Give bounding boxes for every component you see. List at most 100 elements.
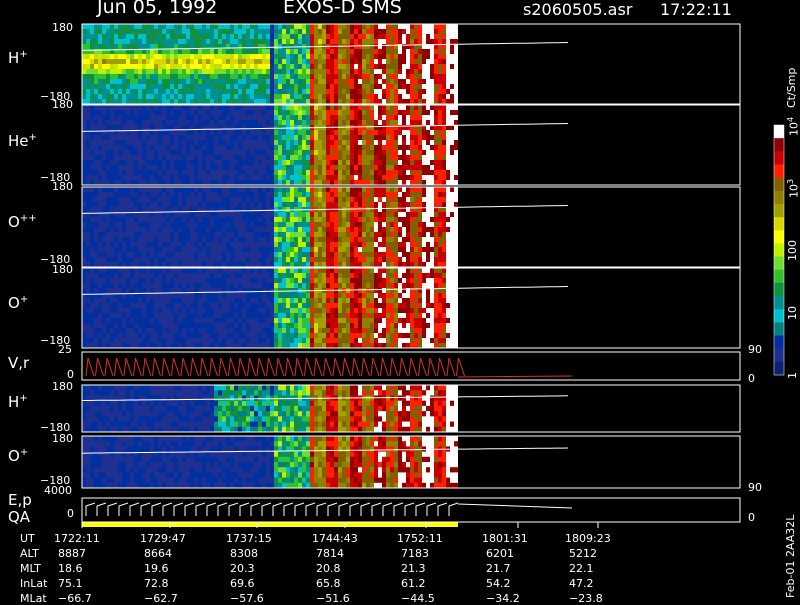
spectrogram-cell bbox=[186, 145, 190, 151]
spectrogram-cell bbox=[278, 130, 282, 136]
spectrogram-cell bbox=[82, 165, 86, 171]
spectrogram-cell bbox=[426, 24, 430, 30]
spectrogram-cell bbox=[322, 175, 326, 181]
spectrogram-cell bbox=[250, 202, 254, 208]
spectrogram-cell bbox=[338, 202, 342, 208]
spectrogram-cell bbox=[322, 64, 326, 70]
spectrogram-cell bbox=[422, 212, 426, 218]
spectrogram-cell bbox=[446, 79, 450, 85]
spectrogram-cell bbox=[242, 84, 246, 90]
spectrogram-cell bbox=[294, 160, 298, 166]
spectrogram-cell bbox=[438, 160, 442, 166]
spectrogram-cell bbox=[102, 135, 106, 141]
spectrogram-cell bbox=[410, 79, 414, 85]
spectrogram-cell bbox=[234, 202, 238, 208]
spectrogram-cell bbox=[354, 252, 358, 258]
spectrogram-cell bbox=[222, 140, 226, 146]
spectrogram-cell bbox=[366, 227, 370, 233]
spectrogram-cell bbox=[102, 115, 106, 121]
spectrogram-cell bbox=[310, 39, 314, 45]
spectrogram-cell bbox=[238, 135, 242, 141]
spectrogram-cell bbox=[226, 120, 230, 126]
spectrogram-cell bbox=[326, 257, 330, 263]
spectrogram-cell bbox=[186, 237, 190, 243]
spectrogram-cell bbox=[442, 74, 446, 80]
spectrogram-cell bbox=[370, 125, 374, 131]
spectrogram-cell bbox=[446, 64, 450, 70]
spectrogram-cell bbox=[366, 54, 370, 60]
spectrogram-cell bbox=[166, 242, 170, 248]
spectrogram-cell bbox=[298, 79, 302, 85]
spectrogram-cell bbox=[254, 145, 258, 151]
spectrogram-cell bbox=[282, 89, 286, 95]
spectrogram-cell bbox=[174, 120, 178, 126]
spectrogram-cell bbox=[158, 135, 162, 141]
spectrogram-cell bbox=[282, 64, 286, 70]
spectrogram-cell bbox=[254, 110, 258, 116]
spectrogram-cell bbox=[126, 308, 130, 314]
spectrogram-cell bbox=[158, 110, 162, 116]
spectrogram-cell bbox=[266, 135, 270, 141]
spectrogram-cell bbox=[358, 125, 362, 131]
spectrogram-cell bbox=[122, 328, 126, 334]
spectrogram-cell bbox=[334, 150, 338, 156]
spectrogram-cell bbox=[118, 115, 122, 121]
spectrogram-cell bbox=[86, 237, 90, 243]
spectrogram-cell bbox=[346, 69, 350, 75]
spectrogram-cell bbox=[278, 202, 282, 208]
spectrogram-cell bbox=[82, 207, 86, 213]
spectrogram-cell bbox=[154, 160, 158, 166]
spectrogram-cell bbox=[318, 227, 322, 233]
spectrogram-cell bbox=[194, 29, 198, 35]
spectrogram-cell bbox=[98, 160, 102, 166]
spectrogram-cell bbox=[214, 74, 218, 80]
spectrogram-cell bbox=[174, 115, 178, 121]
spectrogram-cell bbox=[254, 155, 258, 161]
spectrogram-cell bbox=[154, 165, 158, 171]
spectrogram-cell bbox=[218, 120, 222, 126]
spectrogram-cell bbox=[202, 155, 206, 161]
spectrogram-cell bbox=[294, 202, 298, 208]
spectrogram-cell bbox=[322, 165, 326, 171]
spectrogram-cell bbox=[114, 192, 118, 198]
spectrogram-cell bbox=[294, 84, 298, 90]
spectrogram-cell bbox=[394, 94, 398, 100]
spectrogram-cell bbox=[90, 59, 94, 65]
spectrogram-cell bbox=[446, 84, 450, 90]
spectrogram-cell bbox=[402, 212, 406, 218]
spectrogram-cell bbox=[90, 202, 94, 208]
spectrogram-cell bbox=[202, 257, 206, 263]
spectrogram-cell bbox=[438, 222, 442, 228]
spectrogram-cell bbox=[302, 212, 306, 218]
spectrogram-cell bbox=[442, 165, 446, 171]
spectrogram-cell bbox=[106, 237, 110, 243]
spectrogram-cell bbox=[154, 49, 158, 55]
spectrogram-cell bbox=[222, 197, 226, 203]
spectrogram-cell bbox=[438, 187, 442, 193]
spectrogram-cell bbox=[130, 283, 134, 289]
spectrogram-cell bbox=[442, 192, 446, 198]
spectrogram-cell bbox=[342, 89, 346, 95]
spectrogram-cell bbox=[422, 49, 426, 55]
spectrogram-cell bbox=[450, 135, 454, 141]
spectrogram-cell bbox=[206, 110, 210, 116]
spectrogram-cell bbox=[174, 252, 178, 258]
spectrogram-cell bbox=[238, 175, 242, 181]
spectrogram-cell bbox=[246, 207, 250, 213]
spectrogram-cell bbox=[106, 84, 110, 90]
spectrogram-cell bbox=[182, 155, 186, 161]
spectrogram-cell bbox=[122, 145, 126, 151]
spectrogram-cell bbox=[234, 242, 238, 248]
spectrogram-cell bbox=[362, 84, 366, 90]
spectrogram-cell bbox=[150, 105, 154, 111]
spectrogram-cell bbox=[170, 252, 174, 258]
spectrogram-cell bbox=[130, 273, 134, 279]
spectrogram-cell bbox=[422, 120, 426, 126]
spectrogram-cell bbox=[418, 175, 422, 181]
spectrogram-cell bbox=[106, 288, 110, 294]
spectrogram-cell bbox=[318, 237, 322, 243]
spectrogram-cell bbox=[150, 155, 154, 161]
spectrogram-cell bbox=[350, 135, 354, 141]
spectrogram-cell bbox=[286, 140, 290, 146]
spectrogram-cell bbox=[410, 192, 414, 198]
